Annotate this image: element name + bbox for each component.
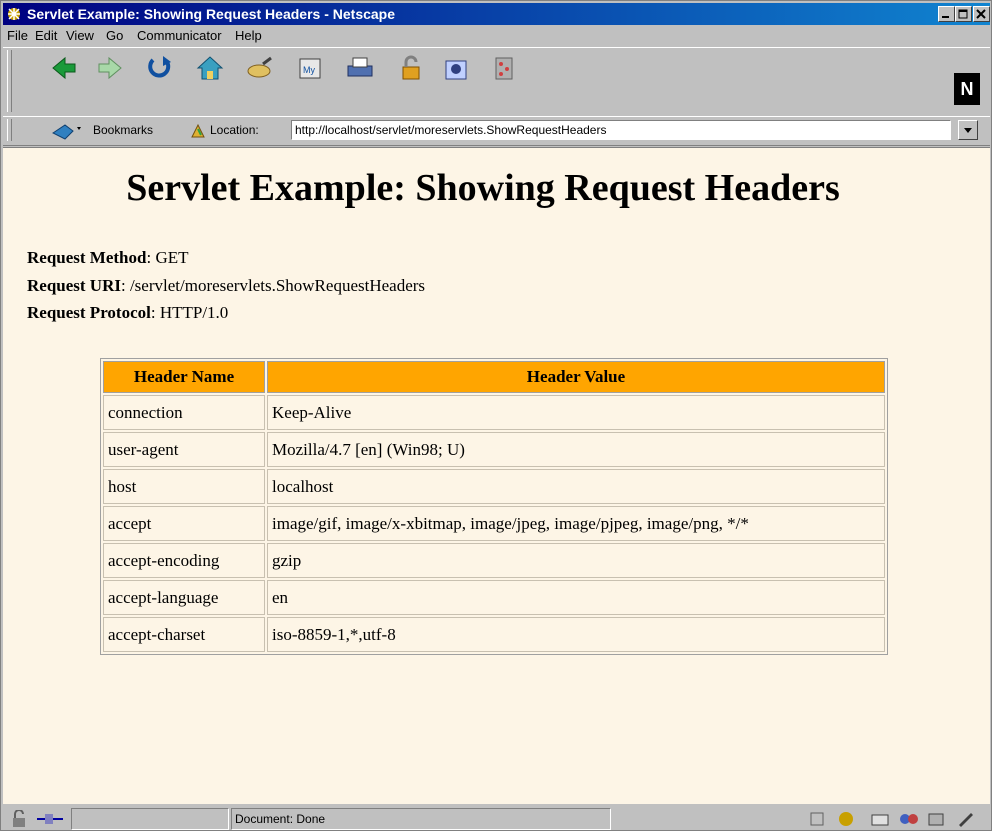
request-method-value: : GET [146, 248, 189, 267]
back-button[interactable] [49, 54, 79, 82]
table-row: host localhost [103, 469, 885, 504]
header-name-cell: accept-charset [103, 617, 265, 652]
header-name-cell: accept-encoding [103, 543, 265, 578]
minimize-button[interactable] [938, 6, 955, 22]
title-bar[interactable]: Servlet Example: Showing Request Headers… [3, 3, 990, 25]
toolbar-grip[interactable] [7, 50, 12, 112]
header-name-cell: accept-language [103, 580, 265, 615]
header-name-cell: host [103, 469, 265, 504]
table-row: accept-language en [103, 580, 885, 615]
table-row: user-agent Mozilla/4.7 [en] (Win98; U) [103, 432, 885, 467]
status-text: Document: Done [235, 812, 326, 826]
security-icon [402, 55, 420, 80]
location-toolbar: Bookmarks Location: http://localhost/ser… [3, 116, 990, 146]
mynetscape-button[interactable]: My [295, 54, 325, 82]
stop-icon [495, 57, 513, 80]
location-toolbar-grip[interactable] [7, 119, 12, 141]
header-value-cell: Mozilla/4.7 [en] (Win98; U) [267, 432, 885, 467]
shop-icon [445, 60, 467, 80]
home-icon [196, 56, 224, 80]
menu-go[interactable]: Go [106, 26, 123, 45]
header-name-cell: accept [103, 506, 265, 541]
reload-button[interactable] [145, 54, 175, 82]
location-icon [191, 123, 205, 138]
request-protocol-line: Request Protocol: HTTP/1.0 [27, 303, 228, 323]
request-uri-label: Request URI [27, 276, 121, 295]
column-header-value: Header Value [267, 361, 885, 393]
status-bar: Document: Done [3, 805, 990, 830]
header-value-cell: localhost [267, 469, 885, 504]
shop-button[interactable] [441, 54, 471, 82]
bookmarks-icon[interactable] [49, 121, 91, 141]
url-dropdown-button[interactable] [958, 120, 978, 140]
header-value-cell: gzip [267, 543, 885, 578]
header-value-cell: en [267, 580, 885, 615]
request-uri-value: : /servlet/moreservlets.ShowRequestHeade… [120, 276, 426, 295]
mail-icon[interactable] [869, 810, 891, 828]
url-input[interactable]: http://localhost/servlet/moreservlets.Sh… [291, 120, 951, 140]
table-row: accept-charset iso-8859-1,*,utf-8 [103, 617, 885, 652]
header-value-cell: Keep-Alive [267, 395, 885, 430]
header-value-cell: image/gif, image/x-xbitmap, image/jpeg, … [267, 506, 885, 541]
table-row: connection Keep-Alive [103, 395, 885, 430]
request-protocol-value: : HTTP/1.0 [150, 303, 229, 322]
header-value-cell: iso-8859-1,*,utf-8 [267, 617, 885, 652]
maximize-icon [958, 9, 968, 19]
table-row: accept-encoding gzip [103, 543, 885, 578]
back-icon [52, 56, 76, 80]
maximize-button[interactable] [955, 6, 972, 22]
search-button[interactable] [245, 54, 275, 82]
search-icon [247, 56, 272, 78]
close-button[interactable] [973, 6, 990, 22]
menu-help[interactable]: Help [235, 26, 262, 45]
request-uri-line: Request URI: /servlet/moreservlets.ShowR… [27, 276, 425, 296]
request-method-label: Request Method [27, 248, 147, 267]
window-title: Servlet Example: Showing Request Headers… [27, 6, 396, 22]
chevron-down-icon [964, 128, 972, 133]
headers-table: Header Name Header Value connection Keep… [100, 358, 888, 655]
column-header-name: Header Name [103, 361, 265, 393]
table-header-row: Header Name Header Value [103, 361, 885, 393]
browser-window: Servlet Example: Showing Request Headers… [0, 0, 992, 831]
connection-icon [37, 814, 63, 824]
netscape-app-icon [8, 8, 20, 20]
component-navigator-icon[interactable] [807, 810, 829, 828]
composer-icon[interactable] [925, 810, 947, 828]
discussion-groups-icon[interactable] [897, 810, 919, 828]
request-protocol-label: Request Protocol [27, 303, 151, 322]
home-button[interactable] [195, 54, 225, 82]
menu-communicator[interactable]: Communicator [137, 26, 222, 45]
netscape-logo[interactable]: N [954, 73, 980, 105]
forward-icon [98, 56, 122, 80]
navigation-toolbar: My [3, 47, 990, 117]
mynetscape-icon: My [299, 58, 321, 79]
request-method-line: Request Method: GET [27, 248, 189, 268]
table-row: accept image/gif, image/x-xbitmap, image… [103, 506, 885, 541]
close-icon [976, 9, 986, 19]
composer-pen-icon[interactable] [955, 810, 977, 828]
stop-button[interactable] [489, 54, 519, 82]
minimize-icon [942, 16, 949, 18]
page-heading: Servlet Example: Showing Request Headers [126, 167, 840, 209]
location-label: Location: [210, 123, 259, 137]
menu-edit[interactable]: Edit [35, 26, 57, 45]
print-button[interactable] [345, 54, 375, 82]
security-button[interactable] [395, 54, 425, 82]
bookmarks-label[interactable]: Bookmarks [93, 123, 153, 137]
forward-button[interactable] [95, 54, 125, 82]
menu-view[interactable]: View [66, 26, 94, 45]
netscape-navigator-icon[interactable] [835, 810, 857, 828]
menu-bar: File Edit View Go Communicator Help [3, 26, 990, 45]
menu-file[interactable]: File [7, 26, 28, 45]
page-content: Servlet Example: Showing Request Headers… [3, 147, 990, 804]
reload-icon [148, 56, 171, 78]
print-icon [347, 57, 373, 77]
security-lock-icon[interactable] [9, 810, 31, 828]
header-name-cell: user-agent [103, 432, 265, 467]
header-name-cell: connection [103, 395, 265, 430]
svg-text:My: My [303, 65, 315, 75]
progress-pane [71, 808, 229, 830]
